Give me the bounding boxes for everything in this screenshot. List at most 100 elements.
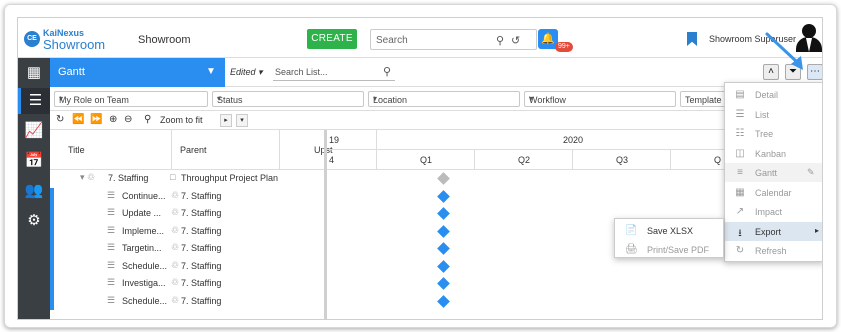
list-view-icon[interactable]: ☰ [18,88,50,114]
table-row[interactable]: ▾ ♲ 7. Staffing Throughput Project Plan □ [50,170,822,188]
table-row[interactable]: ☰ Investiga... 7. Staffing ♲ [50,275,822,293]
row-title[interactable]: Schedule... [122,296,167,306]
table-row[interactable]: ☰ Schedule... 7. Staffing ♲ [50,257,822,275]
bulb-icon: ♲ [171,277,180,287]
menu-item-tree[interactable]: ☷ Tree [725,124,822,143]
zoom-to-fit-button[interactable]: Zoom to fit [160,115,203,125]
menu-item-kanban[interactable]: ◫ Kanban [725,144,822,163]
bulb-icon: ♲ [171,259,180,270]
menu-item-detail[interactable]: ▤ Detail [725,85,822,104]
column-title-header[interactable]: Title [50,130,172,170]
fast-forward-icon[interactable]: ⏩ [90,114,102,125]
calendar-icon[interactable]: 📅 [18,148,50,174]
row-marker [50,240,54,258]
save-xlsx-item[interactable]: 📄 Save XLSX [615,221,725,240]
gantt-toolbar: ↻ ⏪ ⏩ ⊕ ⊖ ⚲ Zoom to fit ▸ ▾ [50,111,822,130]
chart-icon[interactable]: 📈 [18,118,50,144]
gear-icon[interactable]: ⚙ [18,208,50,234]
row-parent[interactable]: 7. Staffing [181,278,221,288]
history-icon[interactable]: ↺ [511,34,520,47]
row-title[interactable]: 7. Staffing [108,173,148,183]
column-upstream-header[interactable]: Upst [280,130,333,170]
view-selector[interactable]: Gantt ▼ [50,58,225,87]
milestone-diamond[interactable] [437,224,450,238]
zoom-in-icon[interactable]: ⊕ [109,114,117,125]
apps-grid-icon[interactable]: ▦ [18,60,50,86]
timeline-prev-quarter: 4 [327,150,377,170]
row-parent[interactable]: 7. Staffing [181,191,221,201]
milestone-diamond[interactable] [437,242,450,255]
menu-item-export[interactable]: ⭳ Export ▸ [725,221,822,241]
kanban-icon: ◫ [735,147,745,159]
save-xlsx-label: Save XLSX [647,226,694,236]
export-submenu: 📄 Save XLSX 🖨 Print/Save PDF [614,218,724,258]
more-options-menu: ▤ Detail ☰ List ☷ Tree ◫ Kanban ≡ Gantt ✎ ▦ Calendar… [724,82,822,262]
menu-item-calendar[interactable]: ▦ Calendar [725,183,822,202]
item-list-icon: ☰ [107,207,116,217]
column-parent-header[interactable]: Parent [172,130,280,170]
status-filter-select[interactable]: Status ▾ [212,91,364,107]
refresh-icon[interactable]: ↻ [56,114,64,125]
bell-icon: 🔔 [541,33,555,45]
row-title[interactable]: Impleme... [122,226,164,236]
row-title[interactable]: Update ... [122,208,161,218]
row-parent[interactable]: 7. Staffing [181,296,221,306]
row-parent[interactable]: 7. Staffing [181,226,221,236]
milestone-diamond[interactable] [437,259,450,273]
menu-item-list[interactable]: ☰ List [725,105,822,124]
row-title[interactable]: Targetin... [122,243,162,253]
row-title[interactable]: Continue... [122,191,166,201]
row-parent[interactable]: 7. Staffing [181,243,221,253]
bulb-icon: ♲ [171,294,180,305]
milestone-diamond[interactable] [437,172,450,185]
row-parent[interactable]: 7. Staffing [181,208,221,218]
workflow-filter-select[interactable]: Workflow ▾ [524,91,676,107]
template-filter-select[interactable]: Template [680,91,728,107]
row-title[interactable]: Schedule... [122,261,167,271]
row-parent[interactable]: Throughput Project Plan [181,173,278,183]
location-filter-select[interactable]: Location ▾ [368,91,520,107]
refresh-icon: ↻ [735,245,745,256]
table-row[interactable]: ☰ Continue... 7. Staffing ♲ [50,187,822,205]
print-pdf-item[interactable]: 🖨 Print/Save PDF [615,240,725,259]
menu-item-label: Calendar [755,187,792,198]
table-row[interactable]: ☰ Schedule... 7. Staffing ♲ [50,292,822,310]
chevron-right-icon: ▸ [815,225,820,235]
screenshot-frame: CE KaiNexus Showroom Showroom CREATE Sea… [4,4,837,328]
menu-item-refresh[interactable]: ↻ Refresh [725,241,822,260]
row-title[interactable]: Investiga... [122,278,166,288]
search-icon[interactable]: ⚲ [496,34,504,47]
template-filter-label: Template [685,95,722,105]
create-button[interactable]: CREATE [307,29,357,49]
bookmark-icon[interactable] [687,32,697,46]
item-list-icon: ☰ [107,259,116,270]
grid-header: Title Parent Upst [50,130,333,170]
row-marker [50,292,54,310]
people-icon[interactable]: 👥 [18,178,50,204]
options-dropdown-button[interactable]: ▾ [236,114,248,127]
menu-item-gantt[interactable]: ≡ Gantt ✎ [725,163,822,182]
search-icon: ⚲ [144,114,152,125]
edited-label: Edited [230,67,256,77]
menu-item-impact[interactable]: ↗ Impact [725,202,822,221]
zoom-out-icon[interactable]: ⊖ [124,114,132,125]
item-list-icon: ☰ [107,189,116,200]
row-parent[interactable]: 7. Staffing [181,261,221,271]
edited-dropdown[interactable]: Edited ▾ [230,67,263,78]
rewind-icon[interactable]: ⏪ [72,114,84,125]
expand-right-button[interactable]: ▸ [220,114,232,127]
milestone-diamond[interactable] [437,207,450,220]
role-filter-select[interactable]: My Role on Team ▾ [54,91,208,107]
item-list-icon: ☰ [107,242,116,252]
pencil-icon[interactable]: ✎ [807,167,815,178]
global-search-input[interactable]: Search ⚲ ↺ [370,29,537,50]
search-list-input[interactable]: Search List... ⚲ [273,63,395,81]
tree-icon: ☷ [735,128,745,139]
milestone-diamond[interactable] [437,277,450,290]
search-list-placeholder: Search List... [275,67,328,77]
milestone-diamond[interactable] [437,294,450,308]
bulb-icon: ♲ [171,189,180,200]
milestone-diamond[interactable] [437,189,450,203]
xlsx-icon: 📄 [625,225,638,236]
kainexus-logo[interactable]: CE KaiNexus Showroom [24,28,124,52]
